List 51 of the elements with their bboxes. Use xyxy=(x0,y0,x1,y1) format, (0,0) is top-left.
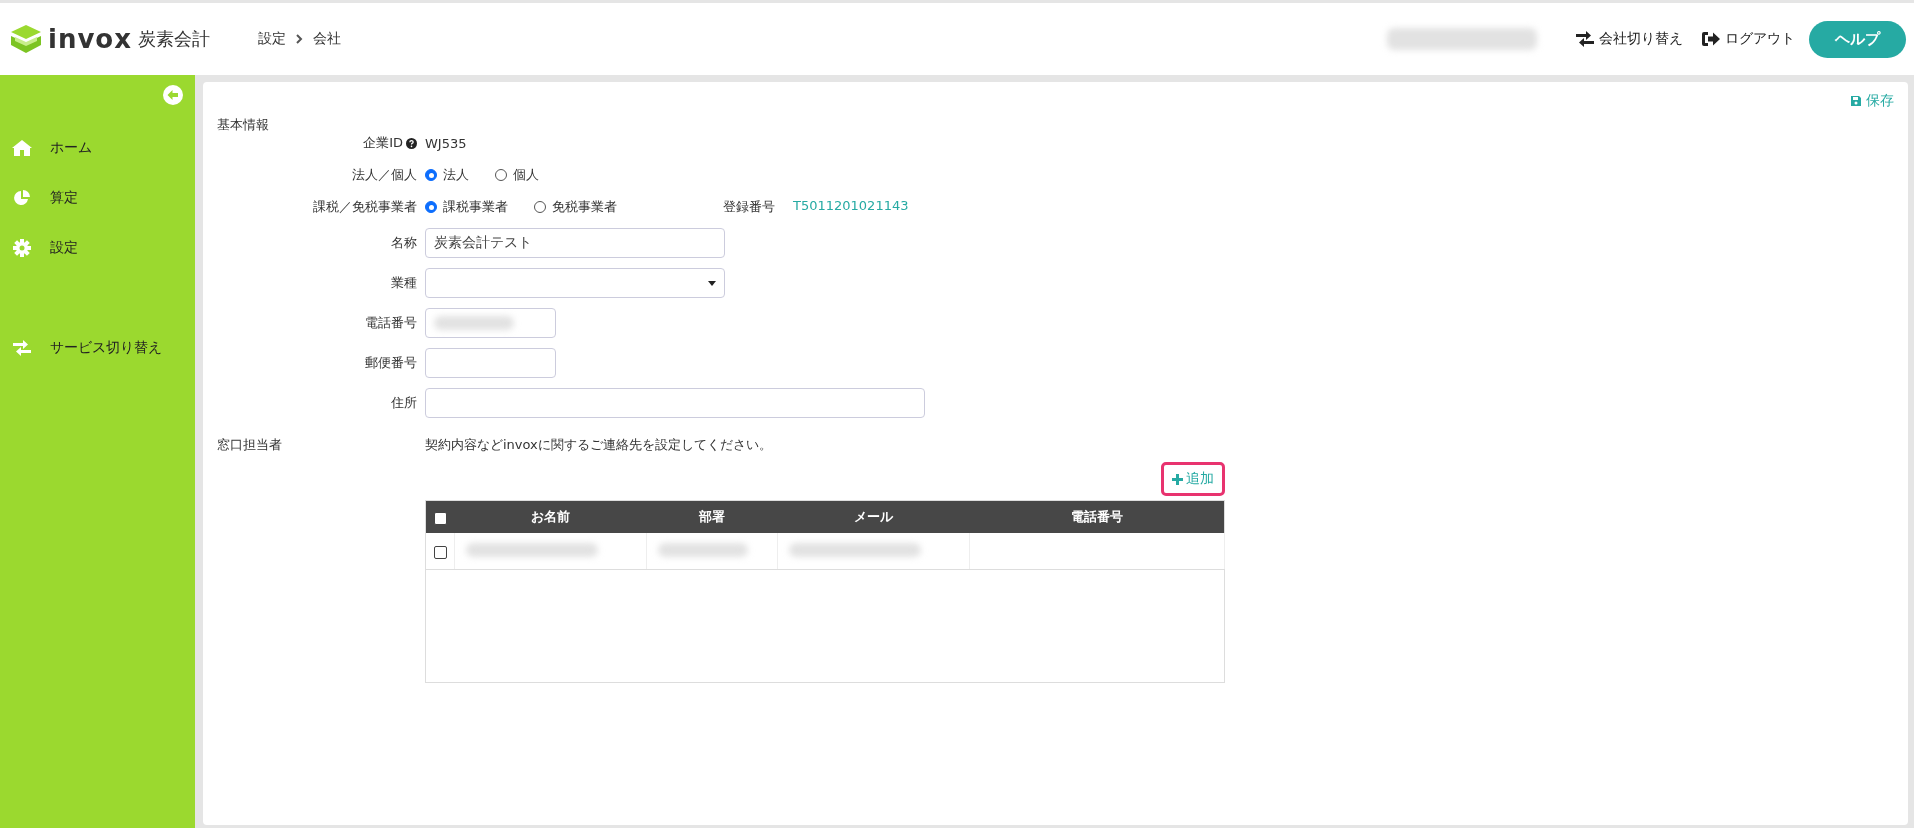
plus-icon xyxy=(1172,473,1183,485)
logo-text: invox xyxy=(48,24,132,54)
input-field[interactable] xyxy=(425,348,556,378)
field-label: 登録番号 xyxy=(723,198,775,216)
instruction-text: 契約内容などinvoxに関するご連絡先を設定してください。 xyxy=(425,436,773,454)
field-label: 住所 xyxy=(390,394,417,412)
field-label: 課税／免税事業者 xyxy=(312,198,417,216)
logout-icon xyxy=(1701,30,1721,48)
section-title: 基本情報 xyxy=(217,116,269,134)
swap-arrows-icon xyxy=(1575,30,1595,48)
radio-option[interactable]: 個人 xyxy=(495,166,539,184)
column-header[interactable]: 部署 xyxy=(646,500,778,533)
column-header[interactable]: メール xyxy=(777,500,970,533)
swap-arrows-icon xyxy=(12,339,32,357)
radio-option[interactable]: 免税事業者 xyxy=(534,198,617,216)
row-checkbox[interactable] xyxy=(433,545,447,559)
home-icon xyxy=(11,139,33,157)
select-all-checkbox[interactable] xyxy=(433,511,447,525)
sidebar-item[interactable]: 設定 xyxy=(0,223,195,273)
input-field[interactable] xyxy=(425,308,556,338)
sidebar-item[interactable]: サービス切り替え xyxy=(0,323,195,373)
breadcrumb-item: 会社 xyxy=(313,30,341,48)
settings-icon xyxy=(13,239,31,257)
breadcrumb-item[interactable]: 設定 xyxy=(258,30,286,48)
switch-link[interactable]: 会社切り替え xyxy=(1575,30,1683,48)
chevron-right-icon xyxy=(296,34,303,44)
column-header[interactable]: 電話番号 xyxy=(969,500,1225,533)
logo-subtitle: 炭素会計 xyxy=(138,27,210,51)
caret-icon xyxy=(708,280,716,286)
field-label: 名称 xyxy=(390,234,417,252)
input-field[interactable]: 炭素会計テスト xyxy=(425,228,725,258)
logo-icon xyxy=(10,24,42,54)
collapse-icon[interactable] xyxy=(163,85,183,105)
input-field[interactable] xyxy=(425,388,925,418)
logout-link[interactable]: ログアウト xyxy=(1701,30,1795,48)
field-label: 電話番号 xyxy=(364,314,417,332)
column-header[interactable]: お名前 xyxy=(454,500,647,533)
field-label: 業種 xyxy=(390,274,417,292)
section-title: 窓口担当者 xyxy=(217,436,283,454)
sidebar-item[interactable]: ホーム xyxy=(0,123,195,173)
radio-option[interactable]: 課税事業者 xyxy=(425,198,508,216)
field-label: 法人／個人 xyxy=(351,166,417,184)
field-label: 郵便番号 xyxy=(364,354,417,372)
field-label: 企業ID xyxy=(363,134,403,152)
registration-number: T5011201021143 xyxy=(793,198,909,215)
field-value: WJ535 xyxy=(425,135,467,151)
radio-option[interactable]: 法人 xyxy=(425,166,469,184)
help-icon[interactable] xyxy=(406,137,417,149)
sidebar-item[interactable]: 算定 xyxy=(0,173,195,223)
pie-chart-icon xyxy=(13,189,31,207)
select-field[interactable] xyxy=(425,268,725,298)
